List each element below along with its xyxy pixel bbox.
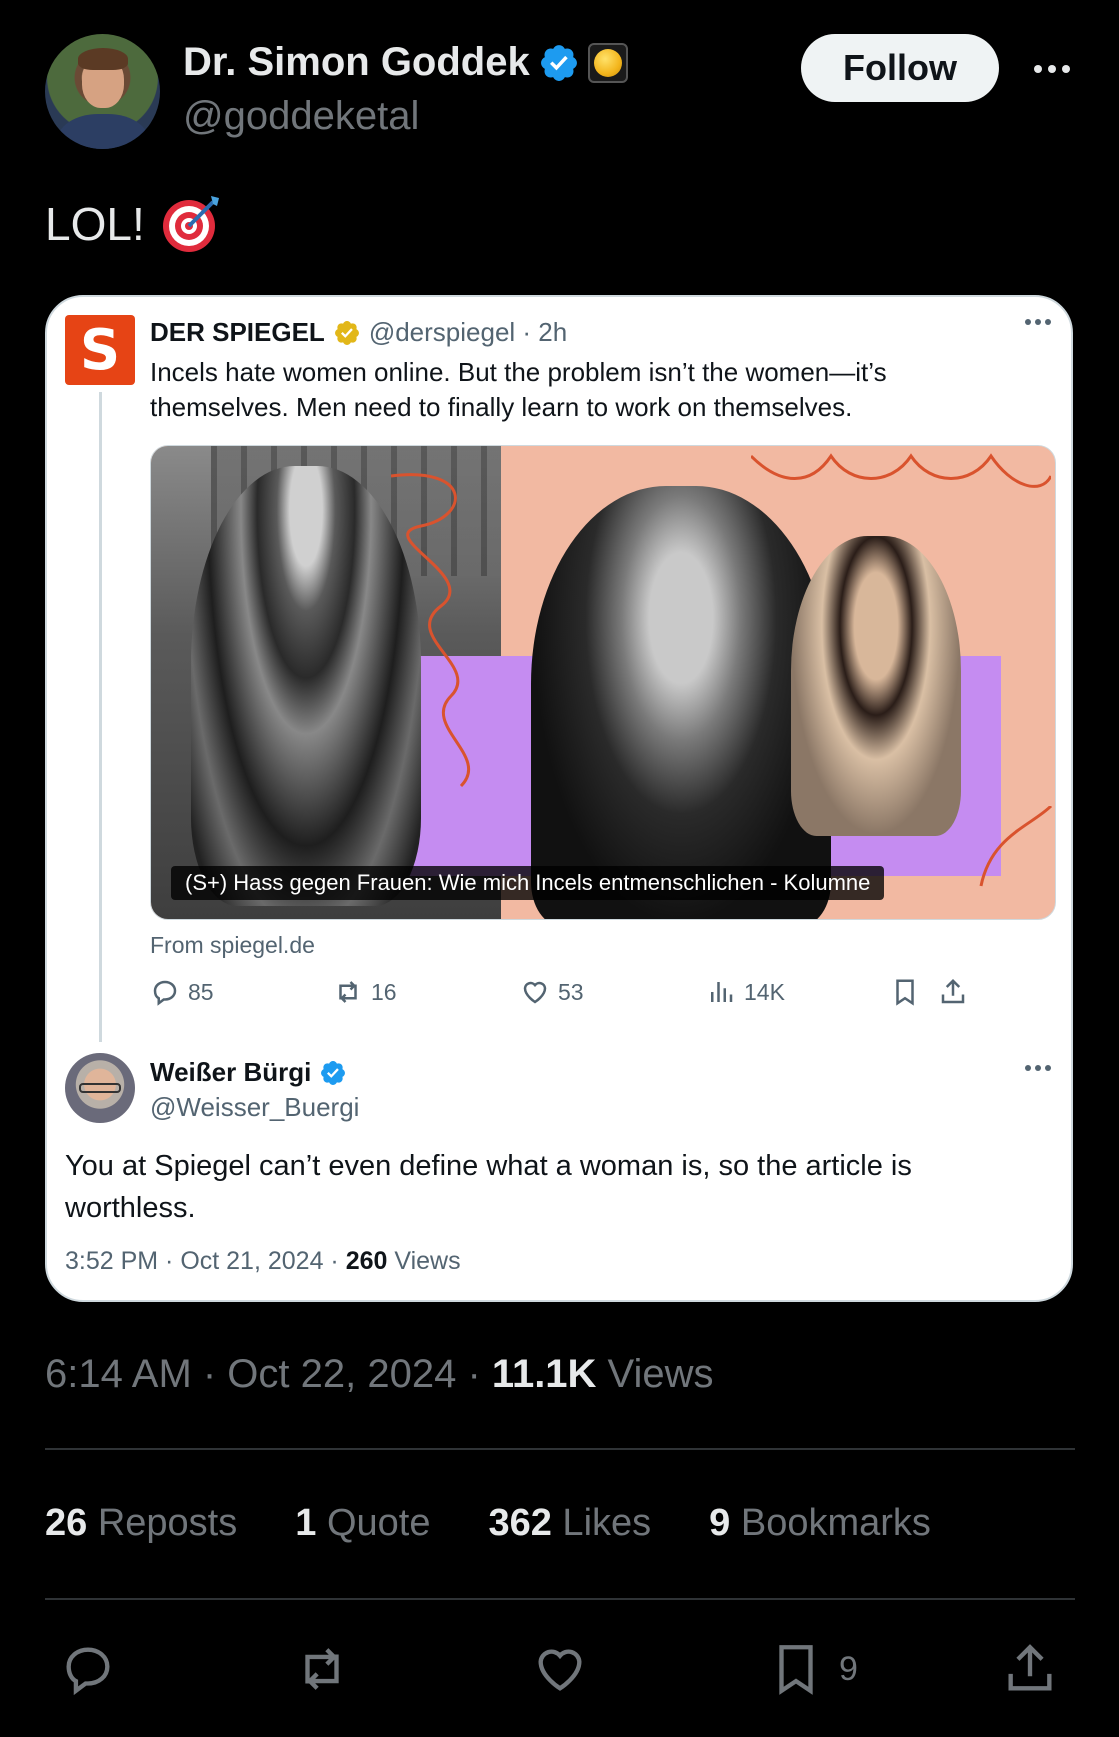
likes-count: 362: [488, 1502, 552, 1544]
quoted-like-count: 53: [558, 978, 584, 1005]
share-icon: [941, 978, 965, 1004]
heart-icon: [538, 1649, 582, 1691]
tweet-views-count: 11.1K: [491, 1352, 597, 1396]
bookmark-icon: [779, 1645, 813, 1695]
reply-icon: [66, 1647, 110, 1696]
bookmarks-label: Bookmarks: [730, 1502, 931, 1544]
bookmark-button[interactable]: 9: [767, 1640, 858, 1698]
article-image: (S+) Hass gegen Frauen: Wie mich Incels …: [150, 445, 1056, 920]
repost-button[interactable]: [293, 1640, 351, 1698]
share-button[interactable]: [1001, 1640, 1059, 1698]
repost-icon: [339, 981, 357, 1003]
likes-label: Likes: [551, 1502, 652, 1544]
quoted-bookmark-action: [890, 977, 920, 1007]
affiliate-badge-icon: [587, 42, 628, 83]
tweet-views-label: Views: [596, 1352, 714, 1396]
direct-hit-target-icon: [162, 196, 219, 252]
reply-author-handle: @Weisser_Buergi: [150, 1092, 360, 1122]
second-man-figure: [791, 536, 961, 836]
views-chart-icon: [711, 982, 733, 1002]
man-pointing-figure: [531, 486, 831, 919]
divider: [45, 1598, 1075, 1600]
article-caption: (S+) Hass gegen Frauen: Wie mich Incels …: [171, 866, 885, 900]
reply-author-name: Weißer Bürgi: [150, 1057, 312, 1087]
bookmark-icon: [896, 979, 914, 1006]
verified-badge-icon: [321, 1060, 346, 1085]
reply-icon: [153, 980, 177, 1006]
quoted-actions: 85 16 53 14K: [150, 977, 1060, 1017]
heart-icon: [523, 981, 547, 1004]
quoted-reply-count: 85: [188, 978, 214, 1005]
reply-views-label: Views: [387, 1247, 461, 1275]
tweet-header: Dr. Simon Goddek @goddeketal Follow: [45, 34, 1075, 150]
quoted-share-action: [938, 977, 968, 1007]
reposts-count: 26: [45, 1502, 88, 1544]
quoted-reply-action: 85: [150, 977, 214, 1007]
reply-name-row: Weißer Bürgi: [150, 1057, 347, 1088]
quoted-more-icon: [1025, 319, 1051, 325]
quoted-views-action: 14K: [706, 977, 785, 1007]
tweet-time[interactable]: 6:14 AM · Oct 22, 2024 ·: [45, 1352, 492, 1396]
bookmarks-count: 9: [709, 1502, 731, 1544]
reply-time: 3:52 PM · Oct 21, 2024 ·: [65, 1247, 346, 1275]
follow-button[interactable]: Follow: [801, 34, 999, 102]
author-avatar[interactable]: [45, 34, 160, 149]
quoted-header: DER SPIEGEL @derspiegel · 2h: [150, 317, 567, 348]
embedded-screenshot-card[interactable]: S DER SPIEGEL @derspiegel · 2h Incels ha…: [45, 295, 1073, 1302]
reply-author-avatar: [65, 1053, 135, 1123]
author-name-row: Dr. Simon Goddek: [183, 40, 628, 85]
reply-more-icon: [1025, 1065, 1051, 1071]
link-source: From spiegel.de: [150, 932, 315, 958]
thread-line: [99, 392, 102, 1042]
author-handle[interactable]: @goddeketal: [183, 94, 419, 139]
reposts-label: Reposts: [87, 1502, 238, 1544]
reposts-stat[interactable]: 26 Reposts: [45, 1502, 237, 1545]
gold-verified-badge-icon: [334, 320, 359, 345]
tweet-action-bar: 9: [45, 1640, 1075, 1700]
repost-icon: [305, 1648, 339, 1690]
quoted-repost-count: 16: [371, 978, 397, 1005]
bookmark-count: 9: [839, 1649, 858, 1688]
like-button[interactable]: [531, 1640, 589, 1698]
quoted-like-action: 53: [520, 977, 584, 1007]
quotes-count: 1: [295, 1502, 317, 1544]
divider: [45, 1448, 1075, 1450]
reply-views-count: 260: [345, 1247, 388, 1275]
quoted-repost-action: 16: [333, 977, 397, 1007]
reply-meta: 3:52 PM · Oct 21, 2024 · 260 Views: [65, 1247, 461, 1276]
more-options-icon[interactable]: [1029, 54, 1075, 84]
quoted-meta: @derspiegel · 2h: [368, 317, 568, 347]
quoted-source-name: DER SPIEGEL: [150, 317, 325, 347]
reply-text: You at Spiegel can’t even define what a …: [65, 1150, 912, 1224]
likes-stat[interactable]: 362 Likes: [488, 1502, 651, 1545]
quoted-text: Incels hate women online. But the proble…: [150, 357, 887, 422]
quoted-views-count: 14K: [744, 978, 785, 1005]
quotes-stat[interactable]: 1 Quote: [295, 1502, 430, 1545]
share-icon: [1008, 1644, 1052, 1691]
engagement-stats: 26 Reposts 1 Quote 362 Likes 9 Bookmarks: [45, 1502, 931, 1545]
tweet-timestamp: 6:14 AM · Oct 22, 2024 · 11.1K Views: [45, 1352, 714, 1397]
reply-button[interactable]: [59, 1640, 117, 1698]
tweet-text-row: LOL!: [45, 192, 223, 256]
verified-badge-icon: [540, 44, 577, 81]
bookmarks-stat[interactable]: 9 Bookmarks: [709, 1502, 931, 1545]
quotes-label: Quote: [316, 1502, 431, 1544]
spiegel-logo: S: [65, 315, 135, 385]
author-display-name[interactable]: Dr. Simon Goddek: [183, 40, 530, 85]
tweet-text: LOL!: [45, 198, 145, 250]
